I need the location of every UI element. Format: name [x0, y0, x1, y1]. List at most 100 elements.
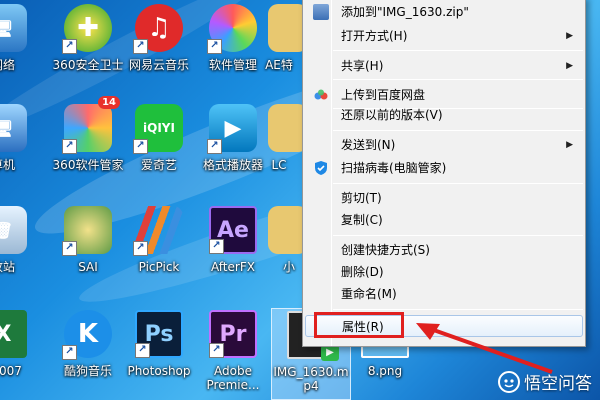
menu-item-rename[interactable]: 重命名(M) — [305, 283, 583, 305]
sai-icon: ↗ — [62, 206, 112, 256]
menu-item-label: 删除(D) — [341, 265, 384, 279]
desktop-icon-label: 收站 — [0, 260, 15, 274]
menu-separator — [333, 50, 583, 51]
excel-icon: X — [0, 310, 27, 358]
netease-music-icon: ♫ ↗ — [133, 4, 183, 54]
submenu-arrow-icon: ▶ — [566, 31, 573, 41]
video-player-icon: ▶ ↗ — [207, 104, 257, 154]
menu-item-add-to-zip[interactable]: 添加到"IMG_1630.zip" — [305, 1, 583, 23]
desktop-icon-label: 网易云音乐 — [128, 58, 189, 72]
menu-item-copy[interactable]: 复制(C) — [305, 209, 583, 231]
desktop-icon-premiere[interactable]: Pr ↗ Adobe Premie... — [192, 310, 274, 392]
desktop-icon-photoshop[interactable]: Ps ↗ Photoshop — [118, 310, 200, 378]
desktop-icon-360-safe[interactable]: ✚ ↗ 360安全卫士 — [47, 4, 129, 72]
software-manager-icon: ↗ — [207, 4, 257, 54]
menu-item-label: 扫描病毒(电脑管家) — [341, 161, 447, 175]
kugou-icon: K ↗ — [62, 310, 112, 360]
shortcut-arrow-icon: ↗ — [133, 139, 148, 154]
menu-item-label: 复制(C) — [341, 213, 383, 227]
shortcut-arrow-icon: ↗ — [135, 343, 150, 358]
menu-item-label: 剪切(T) — [341, 191, 382, 205]
menu-item-delete[interactable]: 删除(D) — [305, 261, 583, 283]
baidu-cloud-icon — [313, 87, 329, 103]
desktop-icon-label: AE特 — [265, 58, 293, 72]
shortcut-arrow-icon: ↗ — [62, 241, 77, 256]
desktop-icon-label: 小 — [282, 260, 295, 274]
menu-separator — [333, 235, 583, 236]
desktop-icon-ae-partial[interactable]: AE特 — [254, 4, 304, 72]
desktop-icon-label: PicPick — [138, 260, 180, 274]
menu-item-send-to[interactable]: 发送到(N) ▶ — [305, 134, 583, 156]
menu-item-virus-scan[interactable]: 扫描病毒(电脑管家) — [305, 157, 583, 179]
desktop-icon-label: IMG_1630.mp4 — [273, 365, 349, 393]
desktop-icon-picpick[interactable]: ↗ PicPick — [118, 206, 200, 274]
desktop-icon-network[interactable]: 🖥 网络 — [0, 4, 44, 72]
desktop-icon-label: 算机 — [0, 158, 15, 172]
iqiyi-icon: iQIYI ↗ — [133, 104, 183, 154]
desktop-icon-sai[interactable]: ↗ SAI — [47, 206, 129, 274]
watermark-text: 悟空问答 — [524, 374, 592, 394]
menu-item-label: 共享(H) — [341, 59, 384, 73]
menu-item-label: 添加到"IMG_1630.zip" — [341, 5, 469, 19]
desktop-icon-label: Photoshop — [127, 364, 191, 378]
folder-icon — [268, 4, 304, 52]
shortcut-arrow-icon: ↗ — [62, 39, 77, 54]
desktop-icon-partial[interactable]: 小 — [254, 206, 304, 274]
after-effects-icon: Ae ↗ — [209, 206, 257, 254]
menu-item-label: 重命名(M) — [341, 287, 397, 301]
menu-item-create-shortcut[interactable]: 创建快捷方式(S) — [305, 239, 583, 261]
desktop-icon-label: Adobe Premie... — [206, 364, 260, 392]
recycle-bin-icon: 🗑 — [0, 206, 27, 254]
wukong-logo-icon — [498, 370, 520, 393]
menu-item-share[interactable]: 共享(H) ▶ — [305, 55, 583, 77]
shield-icon — [313, 160, 329, 176]
desktop-icon-label: l 2007 — [0, 364, 22, 378]
360-software-icon: 14 ↗ — [62, 96, 120, 154]
shortcut-arrow-icon: ↗ — [133, 241, 148, 256]
menu-item-label: 上传到百度网盘 — [341, 88, 426, 102]
menu-separator — [333, 130, 583, 131]
menu-separator — [333, 309, 583, 310]
desktop-icon-excel[interactable]: X l 2007 — [0, 310, 44, 378]
shortcut-arrow-icon: ↗ — [207, 39, 222, 54]
shortcut-arrow-icon: ↗ — [207, 139, 222, 154]
menu-item-baidu-upload[interactable]: 上传到百度网盘 — [305, 84, 583, 106]
network-icon: 🖥 — [0, 4, 27, 52]
iqiyi-logo-text: iQIYI — [143, 121, 175, 135]
desktop-icon-label: 360软件管家 — [52, 158, 124, 172]
photoshop-icon: Ps ↗ — [135, 310, 183, 358]
shortcut-arrow-icon: ↗ — [62, 345, 77, 360]
submenu-arrow-icon: ▶ — [566, 140, 573, 150]
menu-separator — [333, 79, 583, 80]
watermark: 悟空问答 — [498, 369, 592, 394]
desktop-icon-kugou[interactable]: K ↗ 酷狗音乐 — [47, 310, 129, 378]
picpick-icon: ↗ — [133, 206, 183, 256]
annotation-highlight-box — [314, 312, 404, 338]
360-safe-icon: ✚ ↗ — [62, 4, 112, 54]
desktop-icon-label: 酷狗音乐 — [63, 364, 112, 378]
desktop-icon-label: LC — [271, 158, 287, 172]
menu-item-label: 打开方式(H) — [341, 29, 408, 43]
desktop-icon-netease-music[interactable]: ♫ ↗ 网易云音乐 — [118, 4, 200, 72]
shortcut-arrow-icon: ↗ — [209, 343, 224, 358]
desktop-icon-label: SAI — [78, 260, 98, 274]
desktop-icon-label: 网络 — [0, 58, 15, 72]
kugou-logo-text: K — [77, 319, 99, 349]
desktop-icon-iqiyi[interactable]: iQIYI ↗ 爱奇艺 — [118, 104, 200, 172]
shortcut-arrow-icon: ↗ — [62, 139, 77, 154]
menu-item-label: 还原以前的版本(V) — [341, 108, 443, 122]
menu-item-cut[interactable]: 剪切(T) — [305, 187, 583, 209]
computer-icon: 🖥 — [0, 104, 27, 152]
desktop-icon-360-software[interactable]: 14 ↗ 360软件管家 — [47, 96, 129, 172]
context-menu: 添加到"IMG_1630.zip" 打开方式(H) ▶ 共享(H) ▶ 上传到百… — [302, 0, 586, 347]
folder-icon — [268, 104, 304, 152]
desktop-icon-lc-partial[interactable]: LC — [254, 104, 304, 172]
menu-separator — [333, 183, 583, 184]
menu-item-restore-versions[interactable]: 还原以前的版本(V) — [305, 104, 583, 126]
archive-icon — [313, 4, 329, 20]
menu-item-label: 创建快捷方式(S) — [341, 243, 430, 257]
desktop-icon-recycle-bin[interactable]: 🗑 收站 — [0, 206, 44, 274]
menu-item-open-with[interactable]: 打开方式(H) ▶ — [305, 25, 583, 47]
desktop-icon-computer[interactable]: 🖥 算机 — [0, 104, 44, 172]
desktop-icon-label: 爱奇艺 — [140, 158, 177, 172]
